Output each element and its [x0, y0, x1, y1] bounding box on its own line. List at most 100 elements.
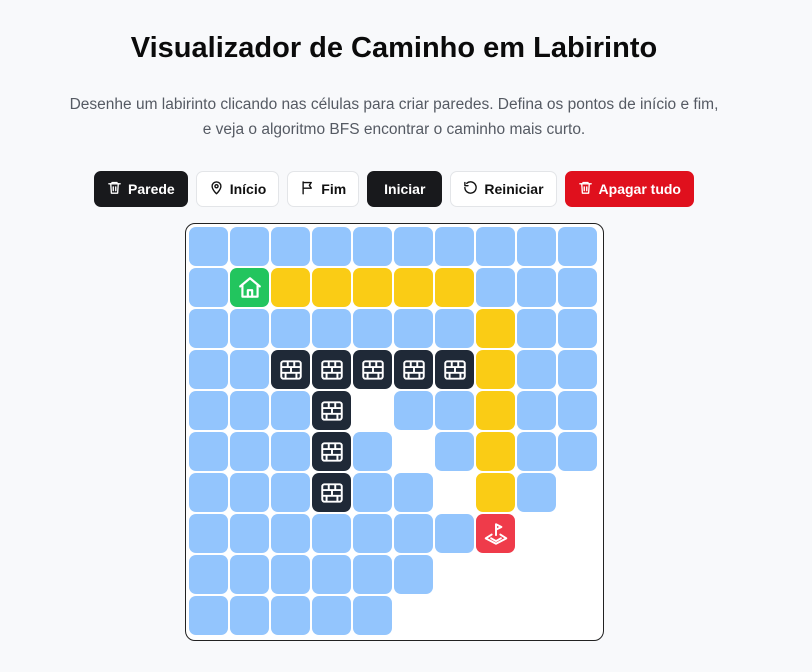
maze-cell-visited[interactable] [353, 514, 392, 553]
maze-cell-visited[interactable] [189, 227, 228, 266]
maze-cell-visited[interactable] [517, 227, 556, 266]
reset-button[interactable]: Reiniciar [450, 171, 557, 207]
maze-cell-visited[interactable] [353, 432, 392, 471]
maze-cell-path[interactable] [476, 350, 515, 389]
maze-cell-visited[interactable] [353, 555, 392, 594]
maze-cell-visited[interactable] [230, 350, 269, 389]
maze-cell-path[interactable] [353, 268, 392, 307]
maze-cell-visited[interactable] [230, 432, 269, 471]
maze-cell-visited[interactable] [435, 514, 474, 553]
maze-cell-visited[interactable] [230, 596, 269, 635]
maze-cell-visited[interactable] [435, 391, 474, 430]
maze-cell-visited[interactable] [558, 268, 597, 307]
maze-cell-visited[interactable] [189, 309, 228, 348]
maze-cell-wall[interactable] [312, 391, 351, 430]
end-tool-button[interactable]: Fim [287, 171, 360, 207]
maze-cell-visited[interactable] [271, 391, 310, 430]
maze-cell-visited[interactable] [189, 596, 228, 635]
maze-cell-visited[interactable] [271, 514, 310, 553]
maze-cell-visited[interactable] [271, 596, 310, 635]
maze-cell-visited[interactable] [353, 473, 392, 512]
maze-cell-visited[interactable] [230, 309, 269, 348]
maze-cell-end[interactable] [476, 514, 515, 553]
maze-cell-visited[interactable] [517, 309, 556, 348]
maze-cell-visited[interactable] [271, 555, 310, 594]
maze-cell-visited[interactable] [271, 432, 310, 471]
clear-all-button[interactable]: Apagar tudo [564, 171, 694, 207]
start-tool-button[interactable]: Início [195, 171, 280, 207]
maze-cell-path[interactable] [476, 391, 515, 430]
maze-cell-visited[interactable] [312, 596, 351, 635]
maze-cell-visited[interactable] [189, 391, 228, 430]
maze-cell-visited[interactable] [476, 268, 515, 307]
maze-cell-wall[interactable] [312, 350, 351, 389]
maze-cell-visited[interactable] [517, 350, 556, 389]
maze-cell-path[interactable] [435, 268, 474, 307]
maze-cell-visited[interactable] [558, 227, 597, 266]
maze-cell-wall[interactable] [435, 350, 474, 389]
maze-cell-empty[interactable] [435, 596, 474, 635]
maze-cell-empty[interactable] [558, 514, 597, 553]
maze-cell-visited[interactable] [312, 227, 351, 266]
maze-cell-path[interactable] [476, 473, 515, 512]
maze-cell-visited[interactable] [312, 555, 351, 594]
maze-cell-visited[interactable] [189, 432, 228, 471]
maze-cell-visited[interactable] [353, 227, 392, 266]
maze-cell-visited[interactable] [230, 514, 269, 553]
maze-cell-path[interactable] [394, 268, 433, 307]
maze-cell-path[interactable] [476, 432, 515, 471]
maze-cell-empty[interactable] [517, 596, 556, 635]
maze-cell-empty[interactable] [435, 473, 474, 512]
maze-cell-empty[interactable] [558, 555, 597, 594]
maze-cell-empty[interactable] [558, 596, 597, 635]
maze-cell-path[interactable] [271, 268, 310, 307]
maze-cell-visited[interactable] [189, 514, 228, 553]
maze-cell-path[interactable] [476, 309, 515, 348]
maze-cell-visited[interactable] [189, 555, 228, 594]
run-button[interactable]: Iniciar [367, 171, 443, 207]
maze-cell-empty[interactable] [517, 555, 556, 594]
maze-cell-visited[interactable] [271, 309, 310, 348]
maze-cell-visited[interactable] [476, 227, 515, 266]
maze-cell-visited[interactable] [230, 227, 269, 266]
wall-tool-button[interactable]: Parede [94, 171, 188, 207]
maze-cell-empty[interactable] [476, 555, 515, 594]
maze-cell-visited[interactable] [189, 268, 228, 307]
maze-cell-visited[interactable] [435, 227, 474, 266]
maze-cell-empty[interactable] [394, 432, 433, 471]
maze-cell-visited[interactable] [312, 309, 351, 348]
maze-cell-visited[interactable] [394, 473, 433, 512]
maze-cell-visited[interactable] [517, 432, 556, 471]
maze-cell-visited[interactable] [558, 391, 597, 430]
maze-cell-visited[interactable] [394, 227, 433, 266]
maze-cell-visited[interactable] [558, 432, 597, 471]
maze-cell-visited[interactable] [394, 309, 433, 348]
maze-cell-wall[interactable] [394, 350, 433, 389]
maze-cell-visited[interactable] [230, 555, 269, 594]
maze-cell-path[interactable] [312, 268, 351, 307]
maze-cell-visited[interactable] [353, 596, 392, 635]
maze-cell-visited[interactable] [517, 391, 556, 430]
maze-cell-empty[interactable] [476, 596, 515, 635]
maze-cell-visited[interactable] [435, 432, 474, 471]
maze-cell-visited[interactable] [517, 268, 556, 307]
maze-cell-wall[interactable] [312, 473, 351, 512]
maze-cell-visited[interactable] [312, 514, 351, 553]
maze-cell-wall[interactable] [312, 432, 351, 471]
maze-cell-visited[interactable] [558, 309, 597, 348]
maze-cell-visited[interactable] [271, 473, 310, 512]
maze-cell-wall[interactable] [353, 350, 392, 389]
maze-cell-visited[interactable] [230, 391, 269, 430]
maze-cell-visited[interactable] [394, 555, 433, 594]
maze-cell-visited[interactable] [353, 309, 392, 348]
maze-cell-visited[interactable] [189, 350, 228, 389]
maze-cell-visited[interactable] [189, 473, 228, 512]
maze-cell-empty[interactable] [394, 596, 433, 635]
maze-cell-wall[interactable] [271, 350, 310, 389]
maze-cell-empty[interactable] [558, 473, 597, 512]
maze-cell-empty[interactable] [353, 391, 392, 430]
maze-cell-empty[interactable] [517, 514, 556, 553]
maze-cell-visited[interactable] [394, 514, 433, 553]
maze-cell-visited[interactable] [558, 350, 597, 389]
maze-cell-visited[interactable] [435, 309, 474, 348]
